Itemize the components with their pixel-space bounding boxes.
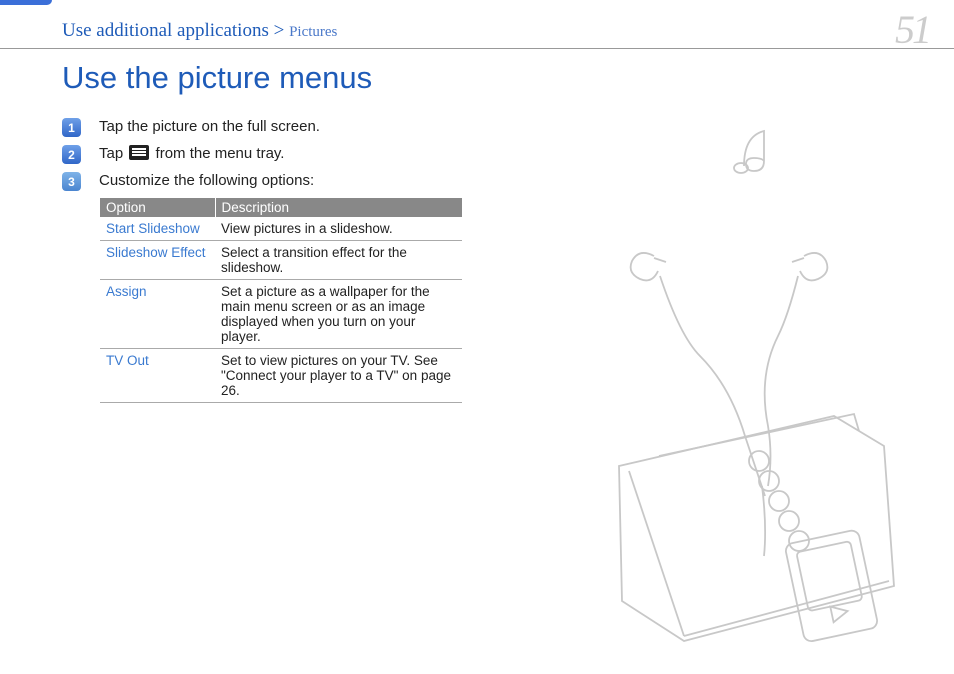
- decorative-illustration: [604, 116, 934, 646]
- breadcrumb-sub: Pictures: [289, 24, 337, 40]
- step-1: 1 Tap the picture on the full screen.: [62, 118, 482, 137]
- breadcrumb-main: Use additional applications >: [62, 20, 289, 41]
- description-cell: Set a picture as a wallpaper for the mai…: [215, 280, 462, 349]
- page-title: Use the picture menus: [62, 60, 372, 96]
- breadcrumb: Use additional applications > Pictures: [62, 20, 337, 42]
- option-cell: TV Out: [100, 349, 215, 403]
- top-accent-bar: [0, 0, 52, 5]
- step-number-badge: 3: [62, 172, 81, 191]
- description-cell: Select a transition effect for the slide…: [215, 241, 462, 280]
- step-text-b: from the menu tray.: [151, 145, 284, 162]
- table-header-description: Description: [215, 198, 462, 217]
- steps-list: 1 Tap the picture on the full screen. 2 …: [62, 118, 482, 199]
- header-divider: [0, 48, 954, 49]
- step-text: Tap the picture on the full screen.: [99, 118, 320, 135]
- table-row: Slideshow Effect Select a transition eff…: [100, 241, 462, 280]
- option-cell: Assign: [100, 280, 215, 349]
- table-row: Start Slideshow View pictures in a slide…: [100, 217, 462, 241]
- step-2: 2 Tap from the menu tray.: [62, 145, 482, 164]
- description-cell: View pictures in a slideshow.: [215, 217, 462, 241]
- step-number-badge: 2: [62, 145, 81, 164]
- step-text: Customize the following options:: [99, 172, 314, 189]
- step-text-a: Tap: [99, 145, 127, 162]
- step-3: 3 Customize the following options:: [62, 172, 482, 191]
- options-table: Option Description Start Slideshow View …: [100, 198, 462, 403]
- option-cell: Slideshow Effect: [100, 241, 215, 280]
- page-number: 51: [895, 6, 929, 53]
- menu-icon: [129, 145, 149, 160]
- table-header-option: Option: [100, 198, 215, 217]
- table-header-row: Option Description: [100, 198, 462, 217]
- table-row: Assign Set a picture as a wallpaper for …: [100, 280, 462, 349]
- table-row: TV Out Set to view pictures on your TV. …: [100, 349, 462, 403]
- step-text: Tap from the menu tray.: [99, 145, 284, 162]
- option-cell: Start Slideshow: [100, 217, 215, 241]
- step-number-badge: 1: [62, 118, 81, 137]
- description-cell: Set to view pictures on your TV. See "Co…: [215, 349, 462, 403]
